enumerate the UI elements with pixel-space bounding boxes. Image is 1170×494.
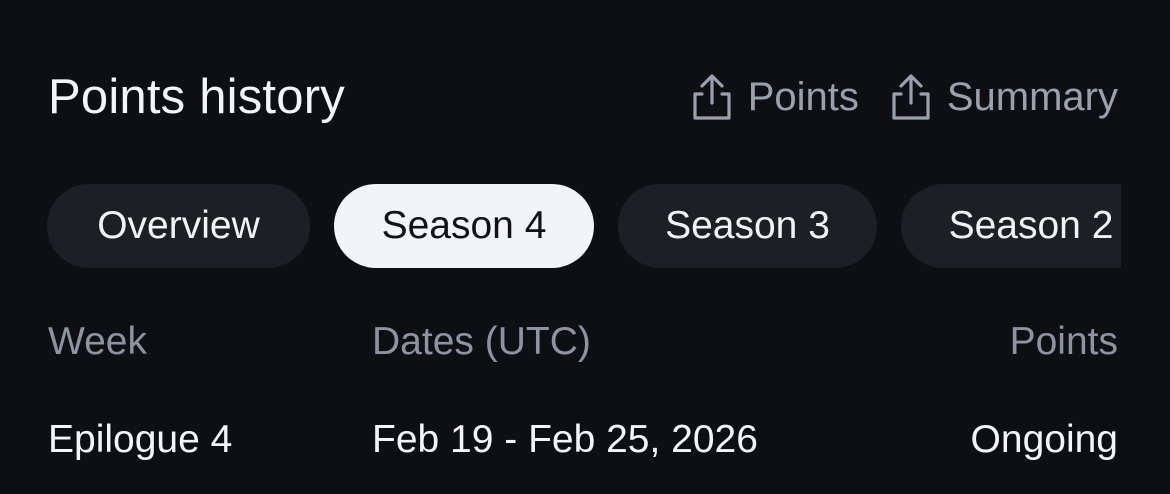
points-table: Week Dates (UTC) Points Epilogue 4 Feb 1… xyxy=(48,320,1118,474)
season-tabs: Overview Season 4 Season 3 Season 2 xyxy=(47,184,1121,268)
column-header-points: Points xyxy=(1009,320,1118,363)
share-upload-icon xyxy=(889,72,933,122)
tab-season-2[interactable]: Season 2 xyxy=(901,184,1121,268)
tab-overview[interactable]: Overview xyxy=(47,184,310,268)
header: Points history Points Summary xyxy=(48,62,1118,132)
page-title: Points history xyxy=(48,70,345,124)
export-summary-label: Summary xyxy=(946,74,1118,119)
week-cell: Epilogue 4 xyxy=(48,418,233,461)
export-points-button[interactable]: Points xyxy=(690,72,859,122)
column-header-dates: Dates (UTC) xyxy=(372,320,591,363)
dates-cell: Feb 19 - Feb 25, 2026 xyxy=(372,418,758,461)
export-actions: Points Summary xyxy=(690,72,1118,122)
share-upload-icon xyxy=(690,72,734,122)
points-cell: Ongoing xyxy=(970,418,1118,461)
column-header-week: Week xyxy=(48,320,147,363)
export-summary-button[interactable]: Summary xyxy=(889,72,1118,122)
tab-season-3[interactable]: Season 3 xyxy=(618,184,877,268)
season-tabs-scroller[interactable]: Overview Season 4 Season 3 Season 2 xyxy=(47,184,1121,268)
table-row[interactable]: Epilogue 4 Feb 19 - Feb 25, 2026 Ongoing xyxy=(48,418,1118,474)
export-points-label: Points xyxy=(747,74,859,119)
tab-season-4[interactable]: Season 4 xyxy=(334,184,594,268)
table-header-row: Week Dates (UTC) Points xyxy=(48,320,1118,376)
